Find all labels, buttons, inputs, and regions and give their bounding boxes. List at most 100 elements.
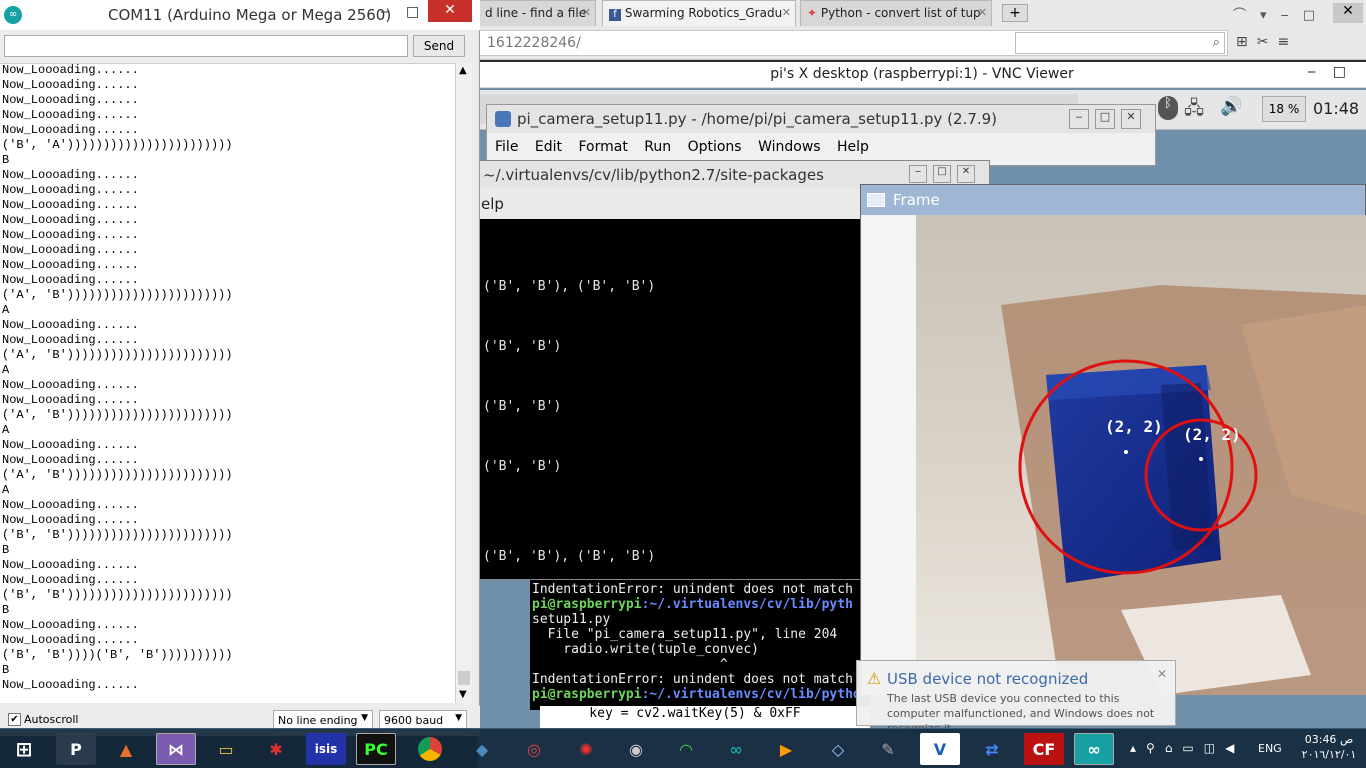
tab-title: Swarming Robotics_Gradu [624,6,783,20]
scroll-down-icon[interactable]: ▼ [459,689,467,700]
maximize-icon[interactable]: □ [1095,109,1115,129]
close-window-button[interactable]: ✕ [1333,3,1363,23]
prompt-user: pi@raspberrypi [532,597,642,612]
scrollbar[interactable]: ▲ ▼ [455,63,472,703]
scroll-up-icon[interactable]: ▲ [459,65,467,76]
clock-time: 03:46 ص [1304,733,1354,746]
browser-tab-2[interactable]: f Swarming Robotics_Gradu ✕ [602,0,796,26]
menu-options[interactable]: Options [688,139,742,155]
bluetooth-icon[interactable]: ᛒ [1158,96,1178,120]
window-icon [867,193,885,207]
serial-output: Now_Loooading...... Now_Loooading...... No… [0,63,455,703]
prompt-user: pi@raspberrypi [532,687,642,702]
minimize-icon[interactable]: ‒ [1069,109,1089,129]
chrome-icon[interactable] [410,733,450,765]
webcam-icon[interactable]: ◉ [616,733,656,765]
serial-output-line: ('A', 'B'))))))))))))))))))))))) [2,468,233,482]
menu-file[interactable]: File [495,139,518,155]
send-button[interactable]: Send [413,35,465,57]
close-icon[interactable]: ✕ [1157,667,1167,681]
serial-output-line: Now_Loooading...... [2,123,139,137]
close-icon[interactable]: ✕ [957,165,975,183]
app-icon[interactable]: ◎ [514,733,554,765]
menu-edit[interactable]: Edit [535,139,562,155]
python-icon [495,111,511,127]
menu-help[interactable]: Help [837,139,869,155]
menu-format[interactable]: Format [578,139,627,155]
file-explorer-icon[interactable]: ▭ [206,733,246,765]
autoscroll-label: Autoscroll [24,713,79,726]
serial-output-line: Now_Loooading...... [2,63,139,77]
app-icon[interactable]: ◇ [818,733,858,765]
close-icon[interactable]: ✕ [1121,109,1141,129]
baud-select[interactable]: 9600 baud ▼ [379,710,467,730]
python-icon[interactable]: ◆ [462,733,502,765]
idle-title-bar: pi_camera_setup11.py - /home/pi/pi_camer… [487,105,1155,133]
start-button[interactable]: ⊞ [4,733,44,765]
taskbar-app-cf[interactable]: CF [1024,733,1064,765]
matlab-icon[interactable]: ▲ [106,733,146,765]
serial-output-line: Now_Loooading...... [2,393,139,407]
new-tab-button[interactable]: + [1002,4,1028,22]
windows-taskbar: ⊞ P ▲ ⋈ ▭ ✱ isis PC ◆ ◎ ✺ ◉ ◠ ∞ ▶ ◇ ✎ V … [0,728,1366,768]
app-icon[interactable]: ✱ [256,733,296,765]
line-ending-select[interactable]: No line ending ▼ [273,710,373,730]
baud-value: 9600 baud [384,714,444,727]
network-icon[interactable]: 🖧 [1184,96,1212,120]
idle-window: pi_camera_setup11.py - /home/pi/pi_camer… [486,104,1156,166]
serial-output-line: ('B', 'A'))))))))))))))))))))))) [2,138,233,152]
app-icon[interactable]: ✺ [566,733,606,765]
pi-clock: 01:48 [1313,99,1360,118]
serial-output-line: ('B', 'B'))))))))))))))))))))))) [2,588,233,602]
close-window-button[interactable]: ✕ [428,0,472,22]
search-extension-input[interactable]: ⌕ [1015,32,1225,54]
menu-help[interactable]: elp [481,195,504,213]
network-app-icon[interactable]: ⇄ [972,733,1012,765]
serial-output-line: A [2,423,10,437]
taskbar-clock[interactable]: 03:46 ص ٢٠١٦/١٢/٠١ [1296,732,1362,762]
app-icon[interactable]: ✎ [868,733,908,765]
autoscroll-checkbox[interactable]: ✔ [8,713,21,726]
menu-windows[interactable]: Windows [758,139,821,155]
tray-icons[interactable]: ▴⚲⌂▭◫◀ [1130,741,1244,755]
serial-output-line: Now_Loooading...... [2,273,139,287]
serial-output-line: Now_Loooading...... [2,198,139,212]
serial-output-line: B [2,153,10,167]
maximize-icon[interactable]: □ [933,165,951,183]
media-player-icon[interactable]: ▶ [766,733,806,765]
visual-studio-icon[interactable]: ⋈ [156,733,196,765]
close-icon[interactable]: ✕ [978,6,987,19]
serial-input[interactable] [4,35,408,57]
browser-tab-3[interactable]: ✦ Python - convert list of tup ✕ [800,0,992,26]
terminal-line: ('B', 'B') [483,459,562,474]
terminal-line: ('B', 'B'), ('B', 'B') [483,279,656,294]
arduino-icon[interactable]: ∞ [716,733,756,765]
arduino-active-icon[interactable]: ∞ [1074,733,1114,765]
scroll-thumb[interactable] [458,671,470,685]
language-indicator[interactable]: ENG [1258,742,1282,755]
vnc-icon[interactable]: V [920,733,960,765]
minimize-icon[interactable]: ‒ [380,4,389,20]
extension-icons[interactable]: ⊞✂≡ [1236,34,1298,50]
usb-notification[interactable]: ⚠ USB device not recognized ✕ The last U… [856,660,1176,735]
serial-output-line: ('A', 'B'))))))))))))))))))))))) [2,288,233,302]
window-controls[interactable]: ⌒▾‒□ [1233,4,1329,23]
minimize-icon[interactable]: ‒ [1307,64,1316,80]
minimize-icon[interactable]: ‒ [909,165,927,183]
maximize-icon[interactable]: □ [406,4,419,20]
isis-icon[interactable]: isis [306,733,346,765]
circle-center-label: (2, 2) [1183,425,1241,444]
taskbar-app-pycharm[interactable]: PC [356,733,396,765]
frame-title: Frame [893,191,940,209]
close-icon[interactable]: ✕ [582,6,591,19]
browser-tab-1[interactable]: d line - find a file ✕ [478,0,596,26]
menu-run[interactable]: Run [644,139,671,155]
close-icon[interactable]: ✕ [782,6,791,19]
camera-feed [861,215,1366,695]
chevron-down-icon: ▼ [361,713,368,723]
volume-icon[interactable]: 🔊 [1220,96,1248,120]
search-icon[interactable]: ⌕ [1213,35,1220,50]
wifi-icon[interactable]: ◠ [666,733,706,765]
maximize-icon[interactable]: □ [1333,64,1346,80]
taskbar-app-pycharm-p[interactable]: P [56,733,96,765]
